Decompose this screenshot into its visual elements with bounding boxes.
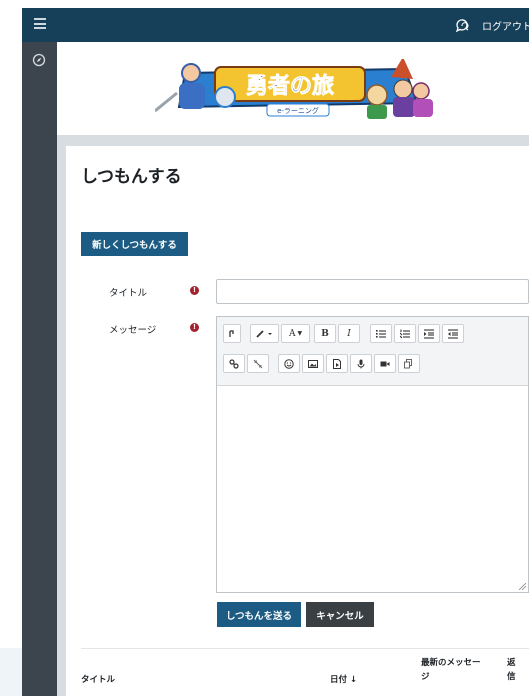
unlink-icon[interactable] xyxy=(247,354,269,373)
column-header-replies-line1: 返 xyxy=(507,658,516,668)
site-banner: 勇者の旅 e-ラーニング xyxy=(57,42,529,135)
cancel-button[interactable]: キャンセル xyxy=(306,602,374,627)
hamburger-menu-icon[interactable] xyxy=(34,18,46,29)
left-sidebar xyxy=(22,42,57,696)
page-title: しつもんする xyxy=(81,167,182,187)
required-icon: ! xyxy=(190,323,199,332)
main-content: 勇者の旅 e-ラーニング しつもんする 新しくしつもんする タイトル ! メッセ… xyxy=(57,42,529,696)
site-logo[interactable]: 勇者の旅 e-ラーニング xyxy=(155,59,439,121)
title-label: タイトル xyxy=(109,288,148,299)
column-header-last-message[interactable]: 最新のメッセー ジ xyxy=(421,656,481,684)
outdent-icon[interactable] xyxy=(442,324,464,343)
undo-icon[interactable] xyxy=(223,324,241,343)
compass-icon[interactable] xyxy=(32,53,46,67)
media-icon[interactable] xyxy=(326,354,348,373)
paint-brush-icon[interactable] xyxy=(250,324,279,343)
italic-icon[interactable]: I xyxy=(338,324,360,343)
column-header-date[interactable]: 日付 ↓ xyxy=(330,673,357,687)
chat-bubble-icon[interactable] xyxy=(454,17,470,33)
message-editor: A ▼ B I xyxy=(216,316,529,593)
unordered-list-icon[interactable] xyxy=(370,324,392,343)
top-navbar: ログアウト xyxy=(22,8,529,42)
left-margin-shade xyxy=(0,648,22,696)
logo-subtitle: e-ラーニング xyxy=(277,106,319,115)
message-textarea[interactable] xyxy=(217,386,528,592)
font-size-label: A xyxy=(288,328,296,339)
send-question-button[interactable]: しつもんを送る xyxy=(217,602,301,627)
bold-icon[interactable]: B xyxy=(314,324,336,343)
column-header-title-label: タイトル xyxy=(81,675,116,685)
logout-link[interactable]: ログアウト xyxy=(482,18,529,33)
editor-toolbar: A ▼ B I xyxy=(217,317,528,386)
indent-icon[interactable] xyxy=(418,324,440,343)
column-header-title[interactable]: タイトル xyxy=(81,673,115,687)
font-size-icon[interactable]: A ▼ xyxy=(281,324,310,343)
link-icon[interactable] xyxy=(223,354,245,373)
title-input[interactable] xyxy=(216,279,529,304)
left-margin xyxy=(0,0,22,696)
message-label: メッセージ xyxy=(109,325,157,336)
table-divider xyxy=(81,648,529,649)
logo-title: 勇者の旅 xyxy=(246,73,334,99)
column-header-date-label: 日付 xyxy=(330,675,348,685)
column-header-replies-line2: 信 xyxy=(507,672,516,682)
copy-icon[interactable] xyxy=(398,354,420,373)
page-card: しつもんする 新しくしつもんする タイトル ! メッセージ ! A▼ B I xyxy=(66,146,529,696)
column-header-last-message-line1: 最新のメッセー xyxy=(421,658,481,668)
new-question-button[interactable]: 新しくしつもんする xyxy=(81,232,188,256)
resize-handle-icon[interactable] xyxy=(519,583,526,590)
sort-descending-icon: ↓ xyxy=(349,675,358,685)
microphone-icon[interactable] xyxy=(350,354,372,373)
ordered-list-icon[interactable] xyxy=(394,324,416,343)
required-icon: ! xyxy=(190,286,199,295)
video-icon[interactable] xyxy=(374,354,396,373)
emoji-icon[interactable] xyxy=(278,354,300,373)
column-header-last-message-line2: ジ xyxy=(421,672,430,682)
column-header-replies[interactable]: 返 信 xyxy=(507,656,516,684)
image-icon[interactable] xyxy=(302,354,324,373)
